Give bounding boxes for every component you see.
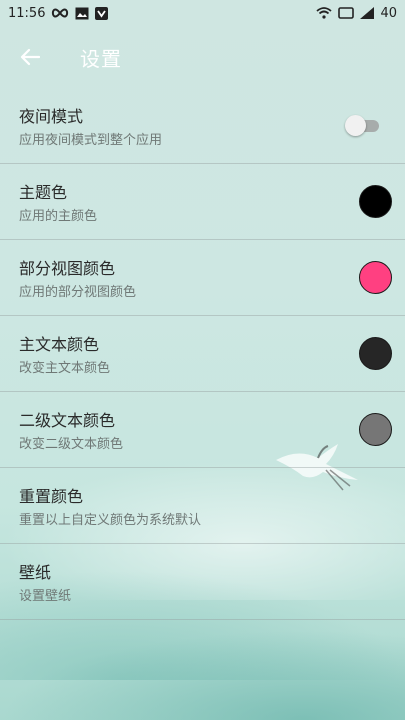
screen-icon	[338, 7, 355, 19]
setting-subtitle: 改变二级文本颜色	[19, 437, 124, 452]
setting-reset-colors[interactable]: 重置颜色 重置以上自定义颜色为系统默认	[0, 468, 405, 544]
setting-title: 主题色	[19, 183, 68, 202]
wifi-icon	[316, 7, 333, 19]
theme-color-swatch[interactable]	[359, 185, 392, 218]
back-button[interactable]	[0, 26, 60, 88]
settings-list: 夜间模式 应用夜间模式到整个应用 主题色 应用的主颜色 部分视图颜色 应用的部分…	[0, 88, 405, 620]
setting-subtitle: 应用的主颜色	[19, 209, 98, 224]
setting-primary-text-color[interactable]: 主文本颜色 改变主文本颜色	[0, 316, 405, 392]
status-bar: 11:56 40	[0, 0, 405, 26]
infinity-icon	[51, 8, 69, 18]
setting-title: 主文本颜色	[19, 335, 100, 354]
setting-subtitle: 重置以上自定义颜色为系统默认	[19, 513, 202, 528]
setting-theme-color[interactable]: 主题色 应用的主颜色	[0, 164, 405, 240]
page-title: 设置	[80, 46, 122, 71]
setting-wallpaper[interactable]: 壁纸 设置壁纸	[0, 544, 405, 620]
setting-partial-view-color[interactable]: 部分视图颜色 应用的部分视图颜色	[0, 240, 405, 316]
shield-icon	[95, 6, 109, 20]
status-right: 40	[316, 6, 397, 21]
setting-title: 部分视图颜色	[19, 259, 116, 278]
signal-icon	[360, 7, 375, 19]
setting-title: 重置颜色	[19, 487, 84, 506]
setting-subtitle: 应用的部分视图颜色	[19, 285, 137, 300]
secondary-text-color-swatch[interactable]	[359, 413, 392, 446]
toggle-thumb	[345, 115, 366, 136]
setting-subtitle: 设置壁纸	[19, 589, 72, 604]
partial-view-color-swatch[interactable]	[359, 261, 392, 294]
setting-title: 夜间模式	[19, 107, 84, 126]
battery-level: 40	[380, 5, 397, 21]
image-notification-icon	[75, 7, 89, 20]
setting-night-mode[interactable]: 夜间模式 应用夜间模式到整个应用	[0, 88, 405, 164]
background-mountain	[0, 630, 405, 720]
arrow-left-icon	[20, 48, 40, 66]
app-bar: 设置	[0, 26, 405, 88]
status-time: 11:56	[8, 5, 46, 21]
status-left: 11:56	[8, 5, 109, 21]
setting-subtitle: 改变主文本颜色	[19, 361, 111, 376]
night-mode-toggle[interactable]	[345, 114, 381, 136]
setting-title: 二级文本颜色	[19, 411, 116, 430]
setting-subtitle: 应用夜间模式到整个应用	[19, 133, 163, 148]
setting-title: 壁纸	[19, 563, 52, 582]
primary-text-color-swatch[interactable]	[359, 337, 392, 370]
setting-secondary-text-color[interactable]: 二级文本颜色 改变二级文本颜色	[0, 392, 405, 468]
